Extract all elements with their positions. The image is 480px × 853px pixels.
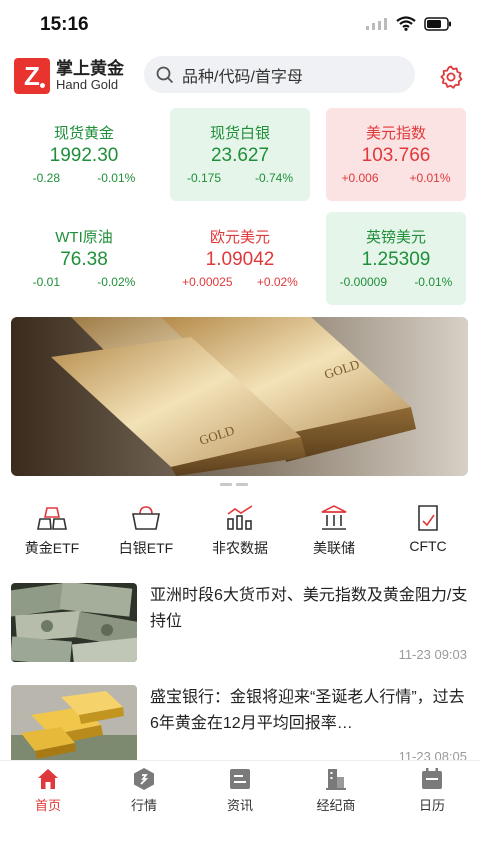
tab-broker[interactable]: 经纪商 — [288, 761, 384, 814]
tab-label: 经纪商 — [316, 798, 356, 813]
search-placeholder: 品种/代码/首字母 — [182, 68, 303, 86]
carousel-indicator — [220, 483, 248, 486]
quote-change: +0.006 — [341, 171, 379, 185]
quote-percent: -0.02% — [97, 275, 136, 289]
promo-banner[interactable]: GOLD GOLD — [11, 317, 468, 476]
wifi-icon — [396, 16, 416, 31]
news-thumbnail — [11, 583, 137, 662]
shortcut-label: 白银ETF — [118, 540, 174, 556]
quote-card-eur-usd[interactable]: 欧元美元 1.09042 +0.00025 +0.02% — [170, 212, 310, 305]
bottom-tab-bar: 首页 行情 资讯 经纪商 日历 — [0, 760, 480, 853]
header: Z 掌上黄金 Hand Gold 品种/代码/首字母 — [0, 52, 480, 98]
basket-icon — [132, 506, 160, 530]
quote-percent: -0.01% — [97, 171, 136, 185]
quote-name: 美元指数 — [365, 125, 426, 142]
tab-news[interactable]: 资讯 — [192, 761, 288, 814]
tab-home[interactable]: 首页 — [0, 761, 96, 814]
shortcut-label: 美联储 — [313, 540, 355, 556]
tab-label: 首页 — [34, 798, 61, 813]
quote-change: -0.00009 — [339, 275, 388, 289]
bank-icon — [321, 505, 347, 530]
shortcut-fed[interactable]: 美联储 — [286, 500, 382, 558]
quote-card-spot-gold[interactable]: 现货黄金 1992.30 -0.28 -0.01% — [14, 108, 154, 201]
shortcut-silver-etf[interactable]: 白银ETF — [98, 500, 194, 558]
shortcut-row: 黄金ETF 白银ETF 非农数据 美联储 CFTC — [0, 500, 480, 564]
app-logo: Z 掌上黄金 Hand Gold — [14, 58, 124, 94]
dollar-bills-image — [11, 583, 137, 662]
quote-change: -0.28 — [32, 171, 60, 185]
shortcut-nonfarm[interactable]: 非农数据 — [192, 500, 288, 558]
quote-name: 现货白银 — [209, 125, 270, 142]
logo-mark: Z — [14, 58, 50, 94]
quote-percent: +0.02% — [256, 275, 298, 289]
document-check-icon — [418, 505, 438, 531]
quote-price: 1992.30 — [49, 145, 119, 166]
logo-letter: Z — [24, 60, 40, 91]
quote-card-dollar-index[interactable]: 美元指数 103.766 +0.006 +0.01% — [326, 108, 466, 201]
quote-price: 23.627 — [210, 145, 270, 166]
quote-card-spot-silver[interactable]: 现货白银 23.627 -0.175 -0.74% — [170, 108, 310, 201]
quote-percent: +0.01% — [409, 171, 451, 185]
quote-change: +0.00025 — [182, 275, 233, 289]
news-item[interactable]: 亚洲时段6大货币对、美元指数及黄金阻力/支持位 11-23 09:03 — [11, 583, 469, 668]
shortcut-label: CFTC — [409, 538, 447, 554]
tab-label: 资讯 — [226, 798, 253, 813]
home-icon — [38, 769, 58, 789]
quote-price: 103.766 — [361, 145, 431, 166]
news-time: 11-23 09:03 — [398, 647, 467, 662]
news-title: 亚洲时段6大货币对、美元指数及黄金阻力/支持位 — [150, 587, 468, 630]
settings-gear-icon[interactable] — [438, 64, 464, 90]
news-item[interactable]: 盛宝银行：金银将迎来“圣诞老人行情”，过去6年黄金在12月平均回报率… 11-2… — [11, 685, 469, 765]
shortcut-label: 黄金ETF — [24, 540, 80, 556]
tab-label: 行情 — [130, 798, 157, 813]
bar-chart-icon — [227, 505, 253, 530]
gold-bars-image: GOLD GOLD — [11, 317, 468, 476]
search-icon — [156, 66, 174, 83]
gold-bars-icon — [37, 507, 67, 530]
quote-card-wti-oil[interactable]: WTI原油 76.38 -0.01 -0.02% — [14, 212, 154, 305]
tab-calendar[interactable]: 日历 — [384, 761, 480, 814]
quote-card-gbp-usd[interactable]: 英镑美元 1.25309 -0.00009 -0.01% — [326, 212, 466, 305]
quote-price: 1.09042 — [205, 249, 275, 270]
news-title: 盛宝银行：金银将迎来“圣诞老人行情”，过去6年黄金在12月平均回报率… — [150, 689, 465, 732]
status-bar: 15:16 — [0, 0, 480, 52]
tab-label: 日历 — [418, 798, 445, 813]
quote-change: -0.175 — [186, 171, 222, 185]
signal-icon — [366, 17, 387, 30]
quote-name: 现货黄金 — [53, 125, 114, 142]
logo-subtitle: Hand Gold — [56, 77, 119, 93]
quote-percent: -0.74% — [254, 171, 294, 185]
broker-icon — [326, 769, 346, 790]
shortcut-gold-etf[interactable]: 黄金ETF — [4, 500, 100, 558]
news-thumbnail — [11, 685, 137, 764]
shortcut-label: 非农数据 — [212, 540, 268, 556]
battery-icon — [424, 16, 451, 31]
status-time: 15:16 — [40, 14, 89, 35]
quote-name: WTI原油 — [55, 229, 113, 246]
quote-price: 76.38 — [60, 249, 108, 270]
news-icon — [230, 769, 250, 789]
logo-title: 掌上黄金 — [56, 58, 124, 78]
quote-name: 欧元美元 — [209, 229, 270, 246]
shortcut-cftc[interactable]: CFTC — [380, 500, 476, 554]
calendar-icon — [422, 768, 442, 789]
quote-name: 英镑美元 — [365, 229, 426, 246]
market-icon — [134, 768, 154, 790]
search-input[interactable]: 品种/代码/首字母 — [144, 56, 415, 93]
quote-price: 1.25309 — [361, 249, 431, 270]
status-icons — [366, 16, 452, 31]
quote-change: -0.01 — [32, 275, 60, 289]
quote-percent: -0.01% — [414, 275, 453, 289]
gold-bars-image — [11, 685, 137, 764]
tab-market[interactable]: 行情 — [96, 761, 192, 814]
